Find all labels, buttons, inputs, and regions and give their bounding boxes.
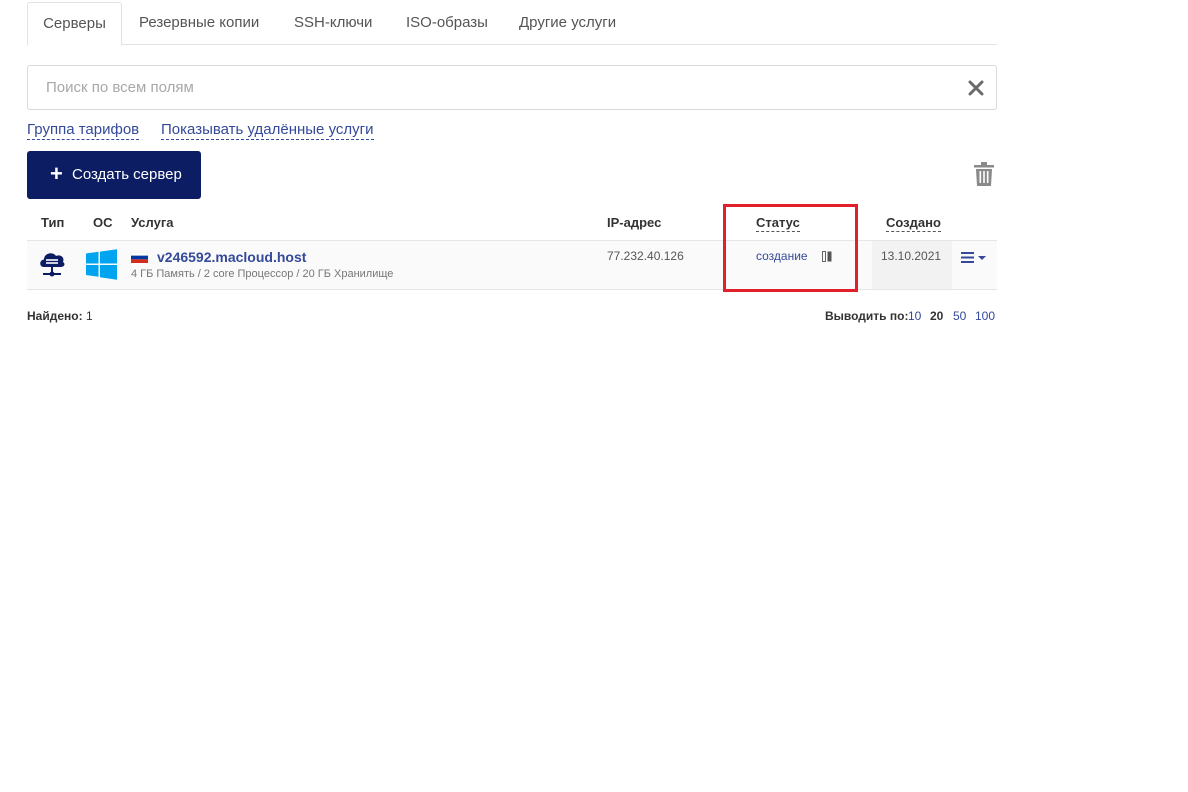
col-os: ОС [93,215,113,230]
found-count: 1 [85,309,93,323]
found-counter: Найдено: 1 [27,309,93,323]
per-page-100[interactable]: 100 [975,309,995,323]
search-input[interactable] [46,66,946,109]
col-type: Тип [41,215,65,230]
per-page-label: Выводить по: [825,309,909,323]
tab-other-services[interactable]: Другие услуги [519,2,616,44]
clear-search-icon[interactable] [968,80,984,96]
plus-icon: + [50,161,63,186]
col-ip: IP-адрес [607,215,662,230]
tab-backups[interactable]: Резервные копии [139,2,259,44]
create-server-button[interactable]: + Создать сервер [27,151,201,199]
per-page-20: 20 [930,309,944,323]
cloud-server-icon [40,253,65,277]
per-page-50[interactable]: 50 [953,309,966,323]
russia-flag-icon [131,252,148,263]
col-service: Услуга [131,215,174,230]
status-highlight-frame [723,204,858,292]
found-label: Найдено: [27,309,83,323]
trash-icon[interactable] [974,162,994,186]
tabs-bar: Серверы Резервные копии SSH-ключи ISO-об… [27,2,997,46]
ip-address: 77.232.40.126 [607,249,684,263]
show-deleted-link[interactable]: Показывать удалённые услуги [161,121,374,140]
search-box [27,65,997,110]
created-date: 13.10.2021 [881,249,942,263]
per-page-10[interactable]: 10 [908,309,921,323]
create-server-label: Создать сервер [72,166,182,183]
tab-iso-images[interactable]: ISO-образы [406,2,488,44]
tab-ssh-keys[interactable]: SSH-ключи [294,2,372,44]
tab-servers[interactable]: Серверы [27,2,122,46]
col-created[interactable]: Создано [886,215,941,232]
tariff-group-link[interactable]: Группа тарифов [27,121,140,140]
row-menu-icon[interactable] [961,251,987,264]
windows-icon [86,249,117,280]
service-description: 4 ГБ Память / 2 core Процессор / 20 ГБ Х… [131,268,394,280]
service-name-link[interactable]: v246592.macloud.host [157,249,306,265]
